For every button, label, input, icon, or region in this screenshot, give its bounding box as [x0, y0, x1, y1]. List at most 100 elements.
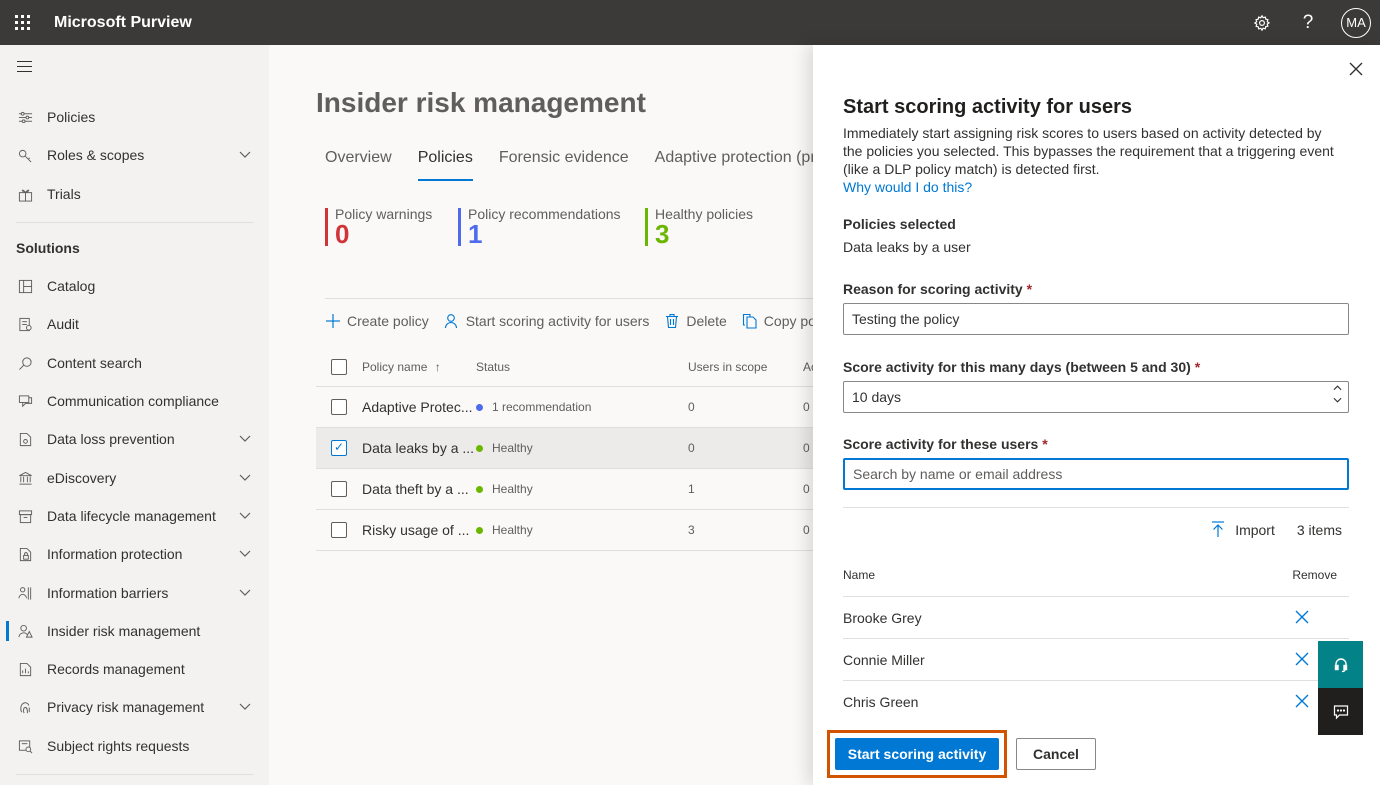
- column-header-status[interactable]: Status: [476, 360, 510, 374]
- help-support-button[interactable]: [1318, 641, 1363, 688]
- sidebar-item-label: Insider risk management: [47, 623, 201, 639]
- row-checkbox[interactable]: [331, 481, 347, 497]
- users-search-input[interactable]: Search by name or email address: [843, 458, 1349, 490]
- stat-label: Healthy policies: [655, 206, 754, 222]
- why-link[interactable]: Why would I do this?: [843, 179, 972, 195]
- sidebar-item-content-search[interactable]: Content search: [0, 344, 269, 382]
- hamburger-menu-icon[interactable]: [17, 61, 32, 76]
- chevron-up-icon[interactable]: [1333, 384, 1342, 392]
- sidebar-item-policies[interactable]: Policies: [0, 98, 269, 136]
- spin-buttons[interactable]: [1333, 384, 1342, 404]
- sidebar-item-subject-rights-requests[interactable]: Subject rights requests: [0, 727, 269, 765]
- stat-value: 3: [655, 219, 670, 249]
- remove-icon[interactable]: [1295, 610, 1309, 624]
- stat-healthy-policies[interactable]: Healthy policies 3: [645, 206, 754, 249]
- tab-forensic-evidence[interactable]: Forensic evidence: [499, 149, 629, 181]
- sidebar-item-audit[interactable]: Audit: [0, 305, 269, 343]
- archive-icon: [17, 508, 33, 524]
- sidebar-item-catalog[interactable]: Catalog: [0, 267, 269, 305]
- sidebar-item-records-management[interactable]: Records management: [0, 650, 269, 688]
- tab-adaptive-protection[interactable]: Adaptive protection (previ: [655, 149, 814, 181]
- sidebar-item-data-loss-prevention[interactable]: Data loss prevention: [0, 420, 269, 458]
- app-title[interactable]: Microsoft Purview: [54, 14, 192, 32]
- policy-status: Healthy: [476, 482, 533, 496]
- cancel-button[interactable]: Cancel: [1016, 738, 1096, 770]
- start-scoring-label: Start scoring activity for users: [465, 312, 650, 329]
- page-title: Insider risk management: [316, 87, 646, 118]
- table-row[interactable]: Data leaks by a ... Healthy 0 0: [316, 428, 814, 469]
- list-item: Brooke Grey: [843, 596, 1349, 638]
- start-scoring-button[interactable]: Start scoring activity for users: [444, 312, 650, 329]
- table-header-row: Policy name ↑ Status Users in scope Ac: [316, 347, 814, 387]
- table-row[interactable]: Adaptive Protec... 1 recommendation 0 0: [316, 387, 814, 428]
- sidebar-item-information-protection[interactable]: Information protection: [0, 535, 269, 573]
- help-button[interactable]: ?: [1285, 0, 1331, 45]
- panel-divider: [843, 507, 1349, 508]
- row-checkbox[interactable]: [331, 399, 347, 415]
- sidebar: Policies Roles & scopes Trials Solutions…: [0, 45, 269, 785]
- create-policy-button[interactable]: Create policy: [325, 313, 429, 329]
- headset-icon: [1334, 657, 1347, 672]
- avatar[interactable]: MA: [1341, 7, 1371, 38]
- tab-policies[interactable]: Policies: [417, 149, 473, 181]
- remove-icon[interactable]: [1295, 694, 1309, 708]
- import-button[interactable]: Import: [1235, 522, 1275, 538]
- sidebar-item-information-barriers[interactable]: Information barriers: [0, 574, 269, 612]
- stat-policy-warnings[interactable]: Policy warnings 0: [325, 206, 432, 247]
- column-header-users-in-scope[interactable]: Users in scope: [688, 360, 767, 374]
- chevron-down-icon[interactable]: [239, 700, 251, 712]
- days-stepper[interactable]: 10 days: [843, 381, 1349, 413]
- feedback-button[interactable]: [1318, 688, 1363, 735]
- select-all-checkbox[interactable]: [331, 358, 347, 375]
- sidebar-item-label: Information barriers: [47, 585, 169, 601]
- policy-name[interactable]: Adaptive Protec...: [362, 399, 474, 415]
- chevron-down-icon[interactable]: [239, 148, 251, 160]
- start-scoring-activity-button[interactable]: Start scoring activity: [835, 738, 999, 770]
- app-launcher-button[interactable]: [0, 0, 45, 45]
- sidebar-item-ediscovery[interactable]: eDiscovery: [0, 459, 269, 497]
- sidebar-item-label: Subject rights requests: [47, 738, 190, 754]
- chevron-down-icon[interactable]: [1333, 396, 1342, 404]
- sidebar-item-communication-compliance[interactable]: Communication compliance: [0, 382, 269, 420]
- delete-button[interactable]: Delete: [664, 313, 727, 329]
- chevron-down-icon[interactable]: [239, 432, 251, 444]
- import-row: Import 3 items: [1211, 521, 1342, 538]
- help-icon: ?: [1302, 11, 1314, 33]
- column-header-name: Name: [843, 568, 876, 582]
- sidebar-item-roles-scopes[interactable]: Roles & scopes: [0, 136, 269, 174]
- row-checkbox[interactable]: [331, 522, 347, 538]
- tab-overview[interactable]: Overview: [325, 149, 392, 181]
- stat-bar: [325, 208, 328, 246]
- table-row[interactable]: Risky usage of ... Healthy 3 0: [316, 510, 814, 551]
- sidebar-item-data-lifecycle-management[interactable]: Data lifecycle management: [0, 497, 269, 535]
- sidebar-item-insider-risk-management[interactable]: Insider risk management: [0, 612, 269, 650]
- main-content: Insider risk management Overview Policie…: [269, 45, 814, 785]
- sidebar-item-label: Roles & scopes: [47, 147, 145, 163]
- reason-input[interactable]: Testing the policy: [843, 303, 1349, 335]
- remove-icon[interactable]: [1295, 652, 1309, 666]
- policy-status: Healthy: [476, 523, 533, 537]
- policy-status: Healthy: [476, 441, 533, 455]
- row-checkbox[interactable]: [331, 440, 347, 456]
- plus-icon: [325, 313, 341, 329]
- column-header-policy-name[interactable]: Policy name ↑: [362, 360, 474, 374]
- status-dot-icon: [476, 444, 483, 452]
- required-mark: *: [1194, 359, 1201, 375]
- policy-name[interactable]: Risky usage of ...: [362, 522, 474, 538]
- sidebar-item-label: Trials: [47, 186, 81, 202]
- sidebar-item-trials[interactable]: Trials: [0, 175, 269, 213]
- status-dot-icon: [476, 485, 483, 493]
- sidebar-item-privacy-risk-management[interactable]: Privacy risk management: [0, 688, 269, 726]
- table-row[interactable]: Data theft by a ... Healthy 1 0: [316, 469, 814, 510]
- close-icon[interactable]: [1348, 61, 1364, 77]
- policy-name[interactable]: Data leaks by a ...: [362, 440, 474, 456]
- chevron-down-icon[interactable]: [239, 586, 251, 598]
- chevron-down-icon[interactable]: [239, 509, 251, 521]
- stat-policy-recommendations[interactable]: Policy recommendations 1: [458, 206, 621, 247]
- settings-button[interactable]: [1239, 0, 1285, 45]
- policy-status: 1 recommendation: [476, 400, 591, 414]
- policy-name[interactable]: Data theft by a ...: [362, 481, 474, 497]
- copy-policy-button[interactable]: Copy pol: [742, 313, 814, 329]
- chevron-down-icon[interactable]: [239, 547, 251, 559]
- chevron-down-icon[interactable]: [239, 471, 251, 483]
